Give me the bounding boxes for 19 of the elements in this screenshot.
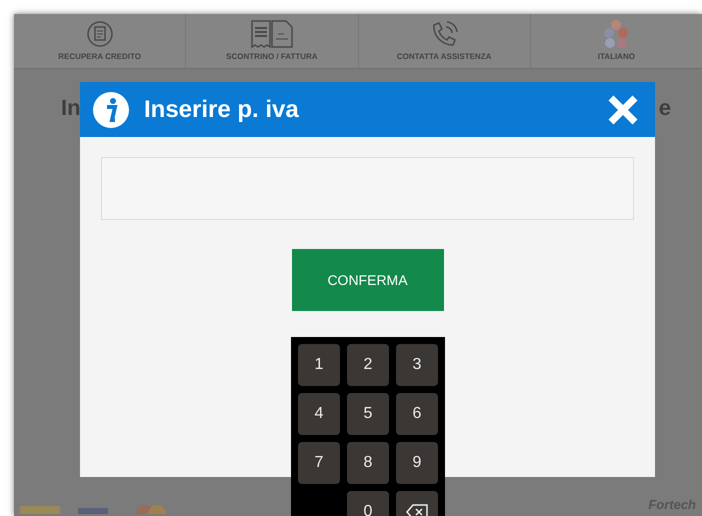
keypad-key[interactable]: 9: [396, 442, 438, 484]
keypad-key[interactable]: 7: [298, 442, 340, 484]
dialog-title: Inserire p. iva: [144, 94, 299, 124]
confirm-button[interactable]: CONFERMA: [292, 249, 444, 311]
close-icon: [607, 94, 639, 126]
keypad-key[interactable]: 2: [347, 344, 389, 386]
backspace-icon: [406, 504, 428, 516]
keypad-key[interactable]: 6: [396, 393, 438, 435]
receipt-invoice-icon: [250, 19, 294, 49]
keypad-key[interactable]: 5: [347, 393, 389, 435]
page-heading: e: [658, 94, 671, 122]
page-heading: In: [61, 94, 81, 122]
keypad-key[interactable]: 4: [298, 393, 340, 435]
keypad-key[interactable]: 0: [347, 491, 389, 516]
input-field[interactable]: [101, 157, 634, 220]
info-icon: [92, 90, 130, 128]
keypad-key[interactable]: 1: [298, 344, 340, 386]
keypad-key[interactable]: 8: [347, 442, 389, 484]
keypad-key[interactable]: 3: [396, 344, 438, 386]
